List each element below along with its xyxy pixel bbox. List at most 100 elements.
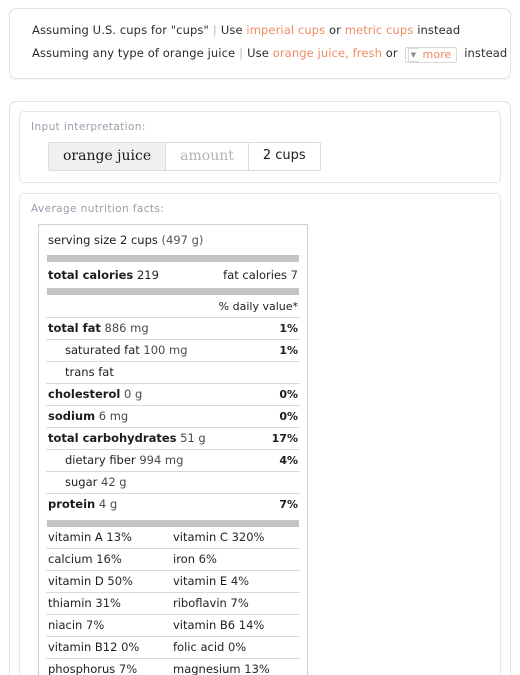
micronutrient-cell: calcium 16% — [48, 553, 173, 566]
micronutrient-name: iron — [173, 552, 195, 566]
assumption-suffix: instead — [417, 23, 461, 37]
nutrient-label-cell: total fat 886 mg — [48, 322, 149, 335]
link-metric-cups[interactable]: metric cups — [345, 23, 414, 37]
fat-calories-label: fat calories — [223, 268, 288, 282]
serving-size-row: serving size 2 cups (497 g) — [46, 225, 300, 255]
table-row: cholesterol 0 g 0% — [46, 383, 300, 405]
interpretation-cell-property[interactable]: amount — [166, 143, 249, 170]
assumption-text-juice: Assuming any type of orange juice — [32, 46, 236, 60]
input-interpretation-pod: Input interpretation: orange juice amoun… — [19, 111, 501, 183]
nutrient-label-cell: trans fat — [48, 366, 114, 379]
nutrient-daily-value: 17% — [271, 432, 298, 445]
nutrient-amount: 0 g — [123, 387, 143, 401]
assumption-row-juice-type: Assuming any type of orange juice | Use or… — [10, 42, 510, 67]
nutrition-label: serving size 2 cups (497 g) total calori… — [38, 224, 308, 675]
serving-size-grams: (497 g) — [161, 233, 204, 247]
nutrient-daily-value: 1% — [279, 322, 298, 335]
more-dropdown-button[interactable]: ▼ more — [404, 47, 458, 63]
table-row: sugar 42 g — [46, 471, 300, 493]
table-row: trans fat — [46, 361, 300, 383]
nutrition-label-wrapper: serving size 2 cups (497 g) total calori… — [38, 224, 489, 675]
nutrient-daily-value: 1% — [279, 344, 298, 357]
fat-calories-value: 7 — [290, 268, 298, 282]
table-row: total carbohydrates 51 g 17% — [46, 427, 300, 449]
divider-bar-top — [47, 255, 299, 262]
micronutrient-cell: magnesium 13% — [173, 663, 298, 675]
nutrient-amount: 6 mg — [98, 409, 129, 423]
micronutrient-name: vitamin A — [48, 530, 103, 544]
page-root: Assuming U.S. cups for "cups" | Use imperi… — [0, 0, 520, 675]
interpretation-cell-subject[interactable]: orange juice — [49, 143, 167, 170]
micronutrient-value: 13% — [106, 530, 132, 544]
nutrient-amount: 4 g — [98, 497, 118, 511]
micronutrient-value: 0% — [227, 640, 247, 654]
divider-bar-middle — [47, 288, 299, 295]
table-row: total fat 886 mg 1% — [46, 317, 300, 339]
micronutrient-value: 13% — [244, 662, 270, 675]
nutrient-daily-value: 0% — [279, 410, 298, 423]
nutrient-name: saturated fat — [65, 343, 140, 357]
micronutrient-cell: vitamin D 50% — [48, 575, 173, 588]
micronutrient-name: phosphorus — [48, 662, 116, 675]
micronutrient-cell: niacin 7% — [48, 619, 173, 632]
micronutrient-value: 16% — [96, 552, 122, 566]
micronutrient-cell: vitamin A 13% — [48, 531, 173, 544]
micronutrient-cell: riboflavin 7% — [173, 597, 298, 610]
micronutrient-name: folic acid — [173, 640, 225, 654]
assumption-text-cups: Assuming U.S. cups for "cups" — [32, 23, 209, 37]
micronutrient-value: 320% — [231, 530, 265, 544]
link-imperial-cups[interactable]: imperial cups — [246, 23, 325, 37]
more-dropdown-label: more — [422, 48, 452, 61]
table-row: calcium 16% iron 6% — [46, 548, 300, 570]
nutrient-daily-value: 4% — [279, 454, 298, 467]
nutrient-name: trans fat — [65, 365, 114, 379]
nutrient-name: total carbohydrates — [48, 431, 177, 445]
micronutrient-name: vitamin B6 — [173, 618, 236, 632]
micronutrient-name: vitamin E — [173, 574, 228, 588]
assumption-row-cups: Assuming U.S. cups for "cups" | Use imperi… — [10, 19, 510, 42]
micronutrient-value: 4% — [230, 574, 250, 588]
micronutrient-cell: phosphorus 7% — [48, 663, 173, 675]
assumption-conjunction: or — [328, 23, 341, 37]
micronutrient-name: riboflavin — [173, 596, 227, 610]
assumptions-panel: Assuming U.S. cups for "cups" | Use imperi… — [9, 8, 511, 79]
nutrient-daily-value: 0% — [279, 388, 298, 401]
assumption-separator: | — [212, 23, 217, 37]
assumption-conjunction: or — [385, 46, 398, 60]
micronutrient-cell: vitamin B12 0% — [48, 641, 173, 654]
nutrition-facts-title: Average nutrition facts: — [31, 203, 165, 215]
nutrient-name: sodium — [48, 409, 96, 423]
table-row: vitamin B12 0% folic acid 0% — [46, 636, 300, 658]
table-row: dietary fiber 994 mg 4% — [46, 449, 300, 471]
nutrient-amount: 100 mg — [143, 343, 188, 357]
nutrient-amount: 886 mg — [104, 321, 149, 335]
micronutrient-cell: thiamin 31% — [48, 597, 173, 610]
nutrient-label-cell: total carbohydrates 51 g — [48, 432, 206, 445]
calories-row: total calories 219 fat calories 7 — [46, 262, 300, 288]
results-panel: Input interpretation: orange juice amoun… — [9, 101, 511, 675]
total-calories-group: total calories 219 — [48, 268, 159, 282]
nutrient-name: sugar — [65, 475, 98, 489]
table-row: protein 4 g 7% — [46, 493, 300, 515]
nutrient-amount: 994 mg — [139, 453, 184, 467]
link-orange-juice-fresh[interactable]: orange juice, fresh — [273, 46, 382, 60]
nutrient-label-cell: dietary fiber 994 mg — [48, 454, 183, 467]
nutrient-name: cholesterol — [48, 387, 121, 401]
interpretation-cell-amount[interactable]: 2 cups — [249, 143, 320, 170]
micronutrient-name: calcium — [48, 552, 93, 566]
nutrient-label-cell: protein 4 g — [48, 498, 117, 511]
micronutrient-cell: iron 6% — [173, 553, 298, 566]
micronutrient-value: 14% — [238, 618, 265, 632]
micronutrient-name: niacin — [48, 618, 83, 632]
nutrient-label-cell: saturated fat 100 mg — [48, 344, 188, 357]
micronutrient-name: vitamin D — [48, 574, 104, 588]
micronutrient-name: magnesium — [173, 662, 241, 675]
nutrient-daily-value: 7% — [279, 498, 298, 511]
nutrient-label-cell: sugar 42 g — [48, 476, 127, 489]
fat-calories-group: fat calories 7 — [223, 268, 298, 282]
table-row: thiamin 31% riboflavin 7% — [46, 592, 300, 614]
table-row: saturated fat 100 mg 1% — [46, 339, 300, 361]
micronutrient-value: 7% — [118, 662, 138, 675]
nutrient-label-cell: sodium 6 mg — [48, 410, 128, 423]
total-calories-value: 219 — [136, 268, 159, 282]
